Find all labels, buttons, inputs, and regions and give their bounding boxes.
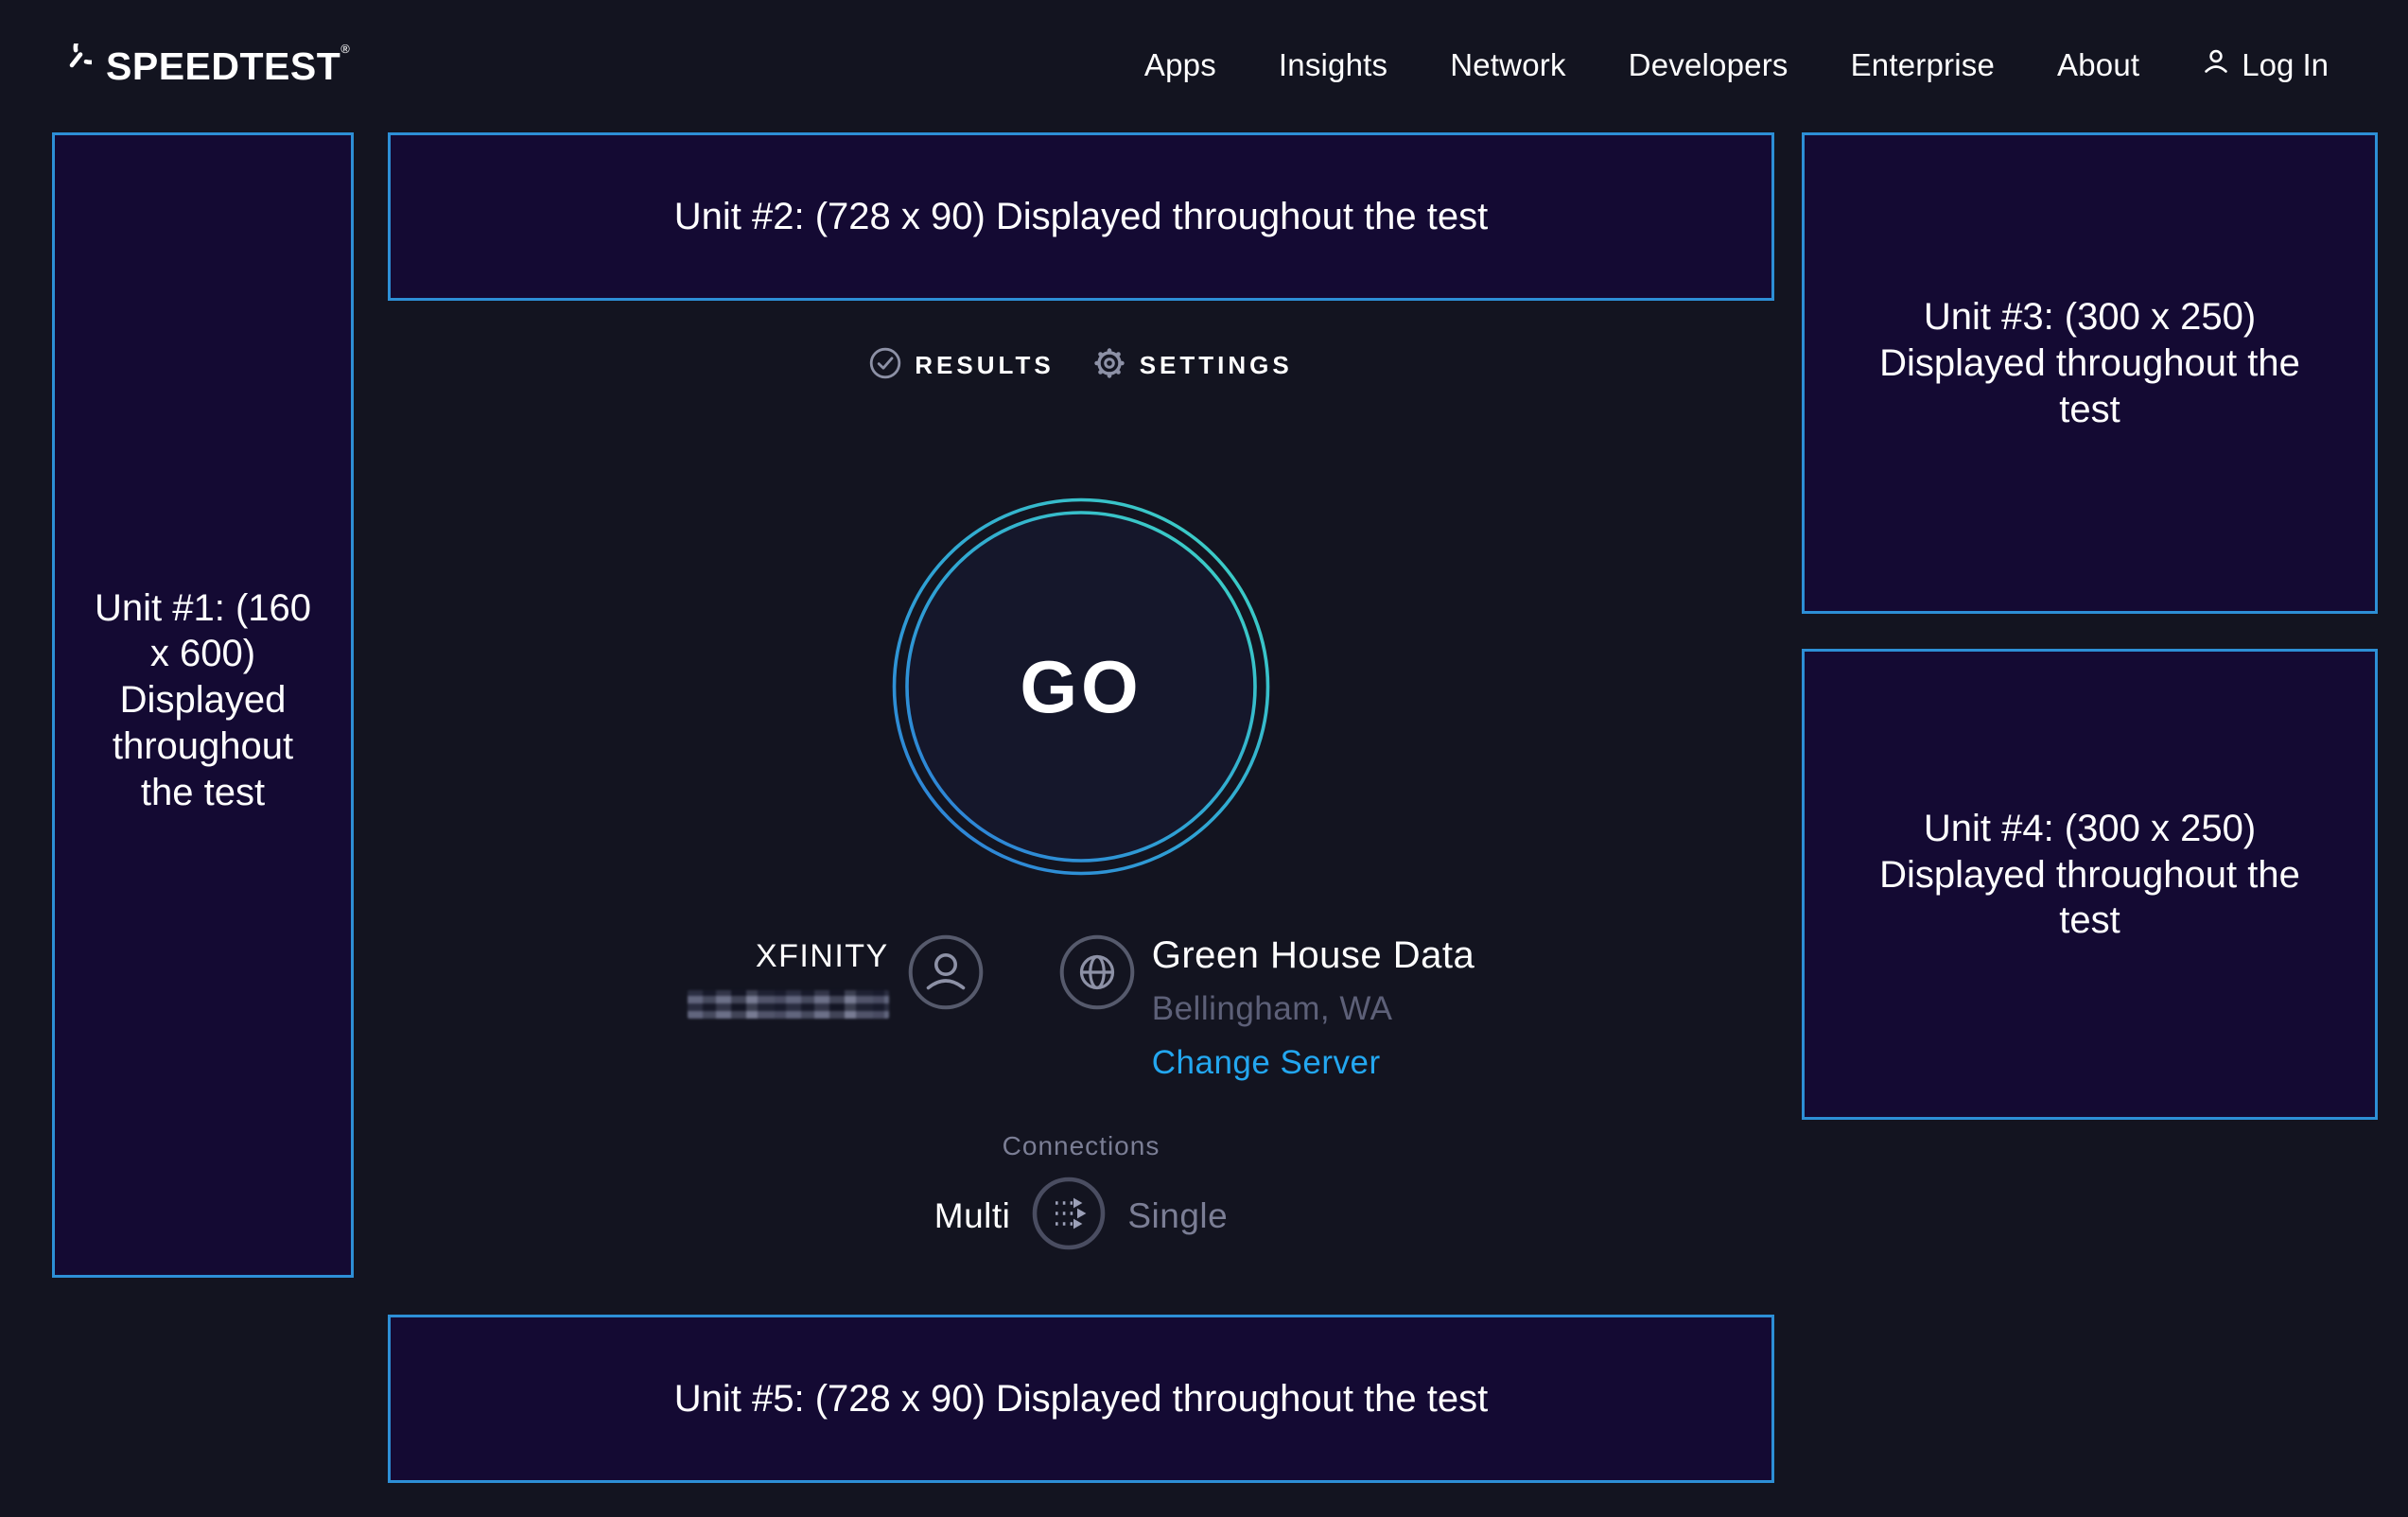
go-button[interactable]: GO [892,497,1270,876]
person-circle-icon [908,934,984,1015]
check-circle-icon [869,347,901,384]
globe-circle-icon [1059,934,1135,1015]
tab-results-label: RESULTS [915,351,1054,380]
ad-unit-1[interactable]: Unit #1: (160 x 600) Displayed throughou… [52,132,354,1278]
connection-info-row: XFINITY [388,931,1774,1082]
provider-name: XFINITY [756,938,889,975]
provider-block: XFINITY [688,931,984,1019]
speed-test-panel: RESULTS SETTINGS [388,0,1774,1517]
change-server-link[interactable]: Change Server [1152,1044,1381,1082]
login-button[interactable]: Log In [2202,47,2329,83]
nav-about[interactable]: About [2057,47,2139,83]
connections-single-option[interactable]: Single [1127,1196,1228,1236]
ad-unit-1-label: Unit #1: (160 x 600) Displayed throughou… [85,585,322,816]
ad-unit-3-label: Unit #3: (300 x 250) Displayed throughou… [1879,294,2300,432]
tab-settings[interactable]: SETTINGS [1092,346,1293,385]
ad-unit-3[interactable]: Unit #3: (300 x 250) Displayed throughou… [1802,132,2378,614]
connections-toggle-row: Multi Single [388,1177,1774,1255]
user-icon [2202,47,2230,83]
censored-ip-text [688,990,889,1019]
speedometer-icon [52,44,92,88]
logo-wordmark: SPEEDTEST® [106,42,350,89]
server-location: Bellingham, WA [1152,990,1393,1028]
connections-toggle-icon[interactable] [1032,1177,1106,1255]
connections-multi-option[interactable]: Multi [934,1196,1011,1236]
tab-results[interactable]: RESULTS [869,347,1054,384]
nav-enterprise[interactable]: Enterprise [1851,47,1995,83]
registered-mark: ® [340,42,350,56]
login-label: Log In [2242,47,2329,83]
server-name: Green House Data [1152,934,1475,977]
connections-label: Connections [388,1131,1774,1161]
server-block: Green House Data Bellingham, WA Change S… [1059,931,1475,1082]
tab-settings-label: SETTINGS [1140,351,1293,380]
go-button-label: GO [892,497,1270,876]
ad-unit-4[interactable]: Unit #4: (300 x 250) Displayed throughou… [1802,649,2378,1120]
ad-unit-4-label: Unit #4: (300 x 250) Displayed throughou… [1879,806,2300,944]
speedtest-logo[interactable]: SPEEDTEST® [52,42,350,89]
gear-icon [1092,346,1126,385]
tabs-row: RESULTS SETTINGS [388,346,1774,385]
speedtest-page: SPEEDTEST® Apps Insights Network Develop… [0,0,2408,1517]
